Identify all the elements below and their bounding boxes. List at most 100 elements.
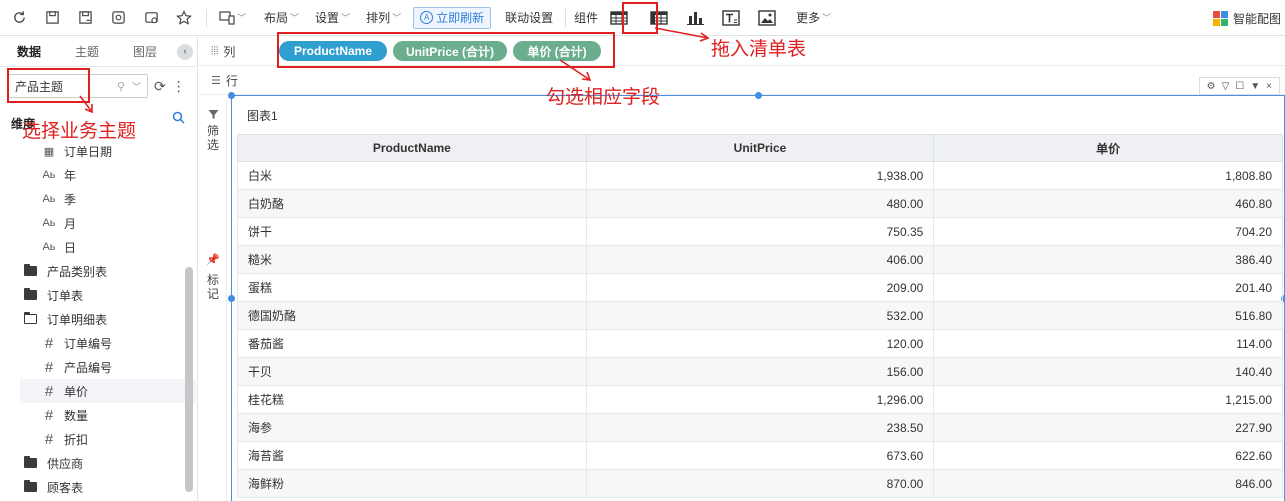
tree-item-label: 订单明细表 [47,312,108,327]
tree-item-label: 折扣 [64,432,89,447]
cell-unitprice: 238.50 [585,413,935,442]
filter-icon[interactable]: ▽ [1222,81,1230,92]
header-price[interactable]: 单价 [933,134,1283,162]
tree-item[interactable]: # 单价 [20,379,196,403]
refresh-now-button[interactable]: A 立即刷新 [413,6,492,29]
annotation-box-theme [7,68,90,103]
header-unitprice[interactable]: UnitPrice [585,134,935,162]
tree-item[interactable]: # 订单编号 [0,331,196,355]
table-row[interactable]: 海参 238.50 227.90 [237,413,1283,442]
hash-icon: # [44,406,54,424]
preview-icon[interactable] [110,10,126,26]
chart-title: 图表1 [247,109,278,123]
table-row[interactable]: 桂花糕 1,296.00 1,215.00 [237,385,1283,414]
cell-price: 460.80 [933,189,1283,218]
table-row[interactable]: 白奶酪 480.00 460.80 [237,189,1283,218]
text-type-icon: Aь [42,241,56,253]
cell-unitprice: 120.00 [585,329,935,358]
close-icon[interactable]: × [1266,81,1272,92]
dropdown-icon[interactable]: ▼ [1250,81,1260,92]
text-box-icon[interactable] [722,9,740,26]
cell-unitprice: 532.00 [585,301,935,330]
settings-menu[interactable]: 设置 ﹀ [315,9,350,26]
more-options-icon[interactable]: ⋮ [172,78,186,95]
table-row[interactable]: 德国奶酪 532.00 516.80 [237,301,1283,330]
layout-menu[interactable]: 布局 ﹀ [264,9,299,26]
chevron-down-icon: ﹀ [290,13,300,23]
table-row[interactable]: 番茄酱 120.00 114.00 [237,329,1283,358]
table-row[interactable]: 海苔酱 673.60 622.60 [237,441,1283,470]
table-row[interactable]: 糙米 406.00 386.40 [237,245,1283,274]
hash-icon: # [44,334,54,352]
more-menu[interactable]: 更多 ﹀ [796,9,831,26]
tree-item[interactable]: 订单表 [0,283,196,307]
tree-item[interactable]: Aь 年 [0,163,196,187]
columns-icon: ⦙⦙⦙ [211,44,219,57]
tree-item-label: 订单表 [47,288,84,303]
table-row[interactable]: 干贝 156.00 140.40 [237,357,1283,386]
tree-item[interactable]: # 产品编号 [0,355,196,379]
cell-productname: 番茄酱 [237,329,587,358]
cell-unitprice: 480.00 [585,189,935,218]
dimension-search-icon[interactable] [172,111,185,127]
arrange-menu[interactable]: 排列 ﹀ [366,9,401,26]
tree-item[interactable]: 订单明细表 [0,307,196,331]
smart-chart-button[interactable]: 智能配图 [1212,10,1281,27]
table-row[interactable]: 白米 1,938.00 1,808.80 [237,161,1283,190]
bar-chart-icon[interactable] [686,10,705,26]
cell-productname: 干贝 [237,357,587,386]
tree-item[interactable]: 产品类别表 [0,259,196,283]
refresh-theme-icon[interactable]: ⟳ [154,78,166,95]
tab-layers[interactable]: 图层 [116,37,174,67]
tree-item[interactable]: # 折扣 [0,427,196,451]
chart-canvas[interactable]: ⚙ ▽ ☐ ▼ × 图表1 ProductName UnitPrice 单价 白… [228,77,1285,501]
toolbar-separator [565,8,567,27]
pin-icon[interactable]: 📌 [206,253,220,266]
table-row[interactable]: 海鲜粉 870.00 846.00 [237,469,1283,498]
resize-handle[interactable] [755,92,762,99]
list-table: ProductName UnitPrice 单价 白米 1,938.00 1,808… [237,134,1283,498]
save-icon[interactable] [44,10,60,26]
resize-handle[interactable] [228,295,235,302]
more-label: 更多 [796,11,821,25]
arrange-label: 排列 [366,11,391,25]
filter-mark-column: 筛选 📌 标记 [199,97,227,501]
tree-scrollbar[interactable] [185,267,193,492]
table-row[interactable]: 饼干 750.35 704.20 [237,217,1283,246]
tree-item-label: 日 [64,240,77,255]
maximize-icon[interactable]: ☐ [1235,81,1244,92]
cell-unitprice: 1,938.00 [585,161,935,190]
save-as-icon[interactable] [77,10,93,26]
folder-icon [24,456,37,468]
tree-item[interactable]: Aь 季 [0,187,196,211]
header-productname[interactable]: ProductName [237,134,587,162]
tab-data[interactable]: 数据 [0,37,58,67]
image-icon[interactable] [758,9,776,26]
tree-item[interactable]: Aь 月 [0,211,196,235]
table-row[interactable]: 蛋糕 209.00 201.40 [237,273,1283,302]
publish-icon[interactable] [143,10,159,26]
chevron-down-icon[interactable]: ﹀ [237,11,246,24]
tree-item[interactable]: 供应商 [0,451,196,475]
resize-handle[interactable] [228,92,235,99]
gear-icon[interactable]: ⚙ [1207,81,1216,92]
mark-label[interactable]: 标记 [206,273,220,301]
tree-item[interactable]: 顾客表 [0,475,196,499]
tree-item[interactable]: # 数量 [0,403,196,427]
data-panel: 数据 主题 图层 ‹ 产品主题 ⚲ ﹀ ⟳ ⋮ 维度 ▦ 订单日期 Aь 年 Aь 季 Aь… [0,37,198,501]
filter-label[interactable]: 筛选 [206,124,220,152]
tab-theme[interactable]: 主题 [58,37,116,67]
cell-price: 1,215.00 [933,385,1283,414]
filter-icon[interactable] [206,109,220,123]
tree-item[interactable]: Aь 日 [0,235,196,259]
collapse-panel-icon[interactable]: ‹ [177,44,193,60]
annotation-box-component [622,2,658,34]
device-icon[interactable] [219,10,235,26]
annotation-check-fields: 勾选相应字段 [546,86,661,108]
linkage-settings-button[interactable]: 联动设置 [505,9,553,26]
star-icon[interactable] [176,9,192,26]
refresh-icon[interactable] [11,10,27,26]
tree-item-label: 年 [64,168,77,183]
cell-unitprice: 156.00 [585,357,935,386]
cell-unitprice: 870.00 [585,469,935,498]
